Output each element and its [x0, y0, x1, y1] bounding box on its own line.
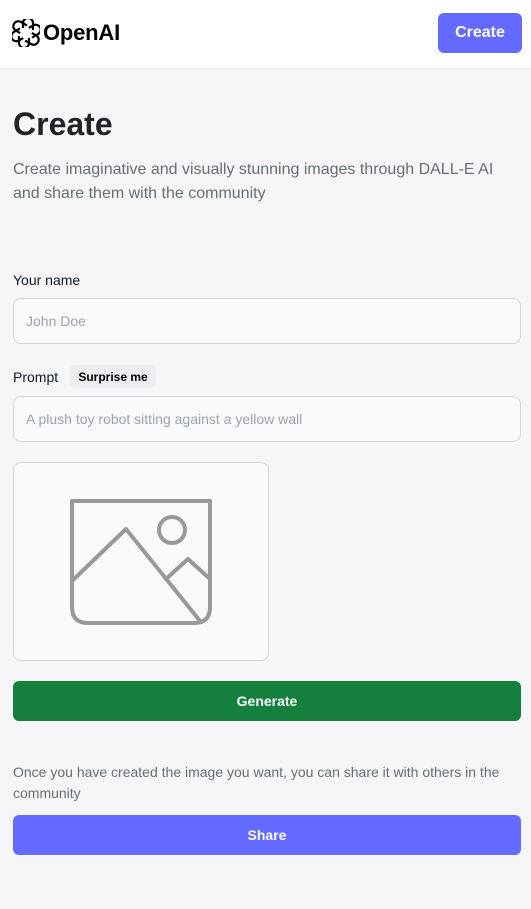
prompt-input[interactable] — [13, 396, 521, 442]
share-note: Once you have created the image you want… — [13, 764, 500, 801]
image-placeholder-icon — [70, 499, 212, 625]
name-input[interactable] — [13, 298, 521, 344]
name-label: Your name — [13, 272, 81, 288]
surprise-me-button[interactable]: Surprise me — [70, 365, 156, 388]
image-preview — [13, 462, 269, 661]
page-description: Create imaginative and visually stunning… — [13, 161, 494, 202]
openai-logo-icon — [12, 19, 40, 47]
logo-text: OpenAI — [43, 20, 121, 45]
header: OpenAI Create — [0, 0, 531, 69]
openai-logo[interactable]: OpenAI — [12, 19, 120, 47]
share-button[interactable]: Share — [13, 815, 521, 855]
prompt-label: Prompt — [13, 369, 59, 385]
create-button[interactable]: Create — [438, 13, 522, 53]
page-title: Create — [13, 106, 113, 142]
generate-button[interactable]: Generate — [13, 681, 521, 721]
